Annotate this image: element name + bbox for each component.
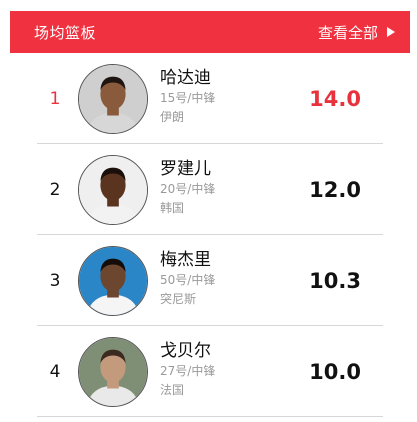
avatar[interactable]: [78, 64, 148, 134]
player-name[interactable]: 戈贝尔: [160, 340, 215, 362]
list-item[interactable]: 2 罗建儿 20号/中锋 韩国 12.0: [37, 144, 383, 235]
play-arrow-icon: [387, 27, 395, 37]
rebound-average: 10.3: [309, 268, 361, 293]
rebound-leaderboard: 1 哈达迪 15号/中锋 伊朗 14.0 2 罗建儿 20号/中锋 韩国 12.…: [37, 53, 383, 417]
player-position: 27号/中锋: [160, 364, 216, 378]
header-title: 场均篮板: [34, 23, 97, 42]
player-position: 20号/中锋: [160, 182, 216, 196]
player-position: 15号/中锋: [160, 91, 216, 105]
rebound-average: 12.0: [309, 177, 361, 202]
avatar[interactable]: [78, 246, 148, 316]
player-country: 法国: [160, 383, 185, 397]
avatar[interactable]: [78, 155, 148, 225]
view-all-label: 查看全部: [317, 23, 378, 42]
list-item[interactable]: 1 哈达迪 15号/中锋 伊朗 14.0: [37, 53, 383, 144]
player-name[interactable]: 哈达迪: [160, 67, 215, 89]
list-item[interactable]: 4 戈贝尔 27号/中锋 法国 10.0: [37, 326, 383, 417]
player-info: 哈达迪 15号/中锋 伊朗: [160, 67, 215, 127]
rank-number: 4: [49, 361, 61, 382]
player-photo: [79, 247, 147, 315]
player-name[interactable]: 罗建儿: [160, 158, 215, 180]
header-bar: 场均篮板 查看全部: [10, 11, 410, 53]
player-photo: [79, 65, 147, 133]
player-info: 罗建儿 20号/中锋 韩国: [160, 158, 215, 218]
player-position: 50号/中锋: [160, 273, 216, 287]
player-photo: [79, 338, 147, 406]
view-all-link[interactable]: 查看全部: [318, 22, 395, 43]
player-country: 突尼斯: [160, 292, 197, 306]
player-info: 戈贝尔 27号/中锋 法国: [160, 340, 215, 400]
player-photo: [79, 156, 147, 224]
rank-number: 3: [49, 270, 61, 291]
avatar[interactable]: [78, 337, 148, 407]
player-country: 伊朗: [160, 110, 185, 124]
player-info: 梅杰里 50号/中锋 突尼斯: [160, 249, 215, 309]
rebound-average: 10.0: [309, 359, 361, 384]
rebound-average: 14.0: [309, 86, 361, 111]
rank-number: 2: [49, 179, 61, 200]
player-name[interactable]: 梅杰里: [160, 249, 215, 271]
list-item[interactable]: 3 梅杰里 50号/中锋 突尼斯 10.3: [37, 235, 383, 326]
rank-number: 1: [49, 88, 61, 109]
player-country: 韩国: [160, 201, 185, 215]
